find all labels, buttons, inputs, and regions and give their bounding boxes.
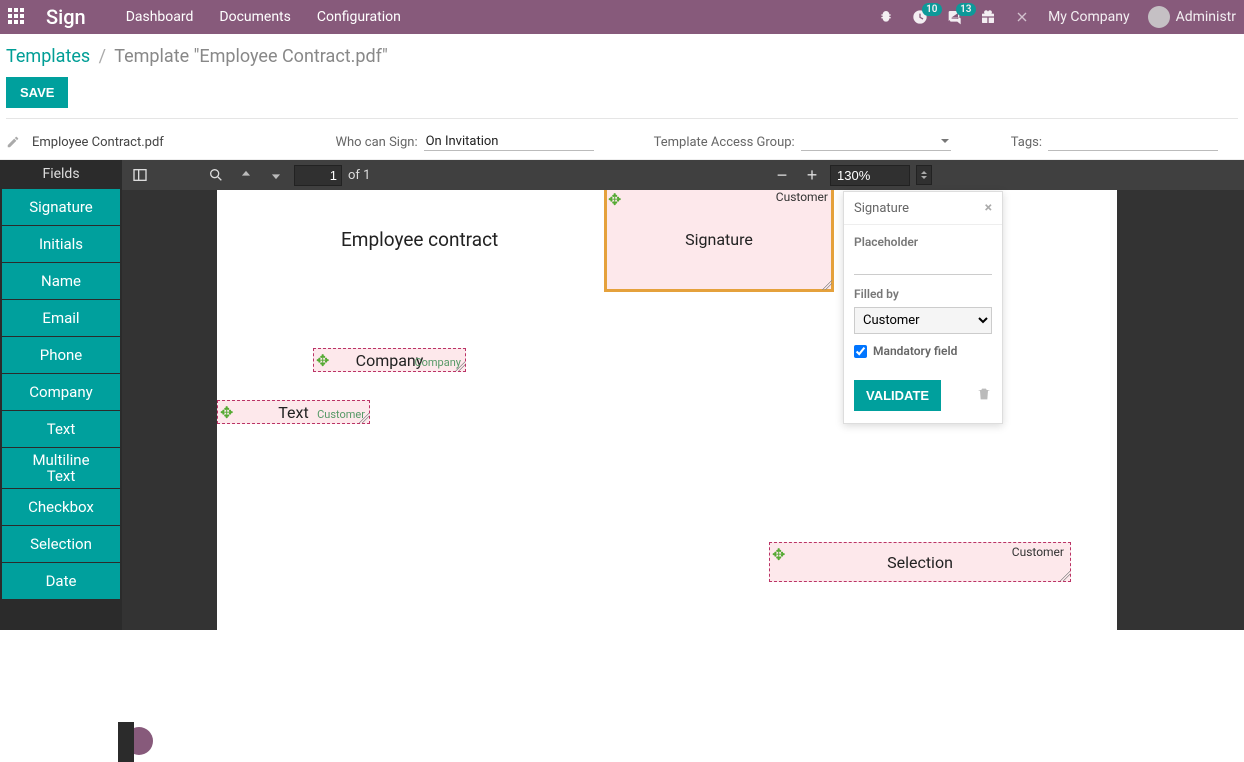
discuss-icon[interactable]: 13 [946, 9, 962, 25]
nav-dashboard[interactable]: Dashboard [126, 9, 194, 25]
field-label: Text [278, 403, 308, 422]
palette-signature[interactable]: Signature [2, 189, 120, 225]
user-name: Administr [1176, 9, 1236, 25]
gift-icon[interactable] [980, 9, 996, 25]
topbar: Sign Dashboard Documents Configuration 1… [0, 0, 1244, 34]
resize-handle-icon[interactable] [822, 280, 832, 290]
placeholder-input[interactable] [854, 255, 992, 275]
filled-by-label: Filled by [854, 287, 992, 301]
zoom-out-icon[interactable]: − [770, 163, 794, 187]
tags-label: Tags: [1011, 135, 1042, 150]
who-can-sign: Who can Sign: [335, 133, 593, 151]
palette-company[interactable]: Company [2, 374, 120, 410]
field-role: Customer [776, 190, 828, 204]
config-row: Employee Contract.pdf Who can Sign: Temp… [0, 123, 1244, 159]
field-text[interactable]: ✥ Text Customer [217, 400, 370, 424]
breadcrumb-root[interactable]: Templates [6, 46, 90, 67]
palette-multiline-text[interactable]: MultilineText [2, 448, 120, 488]
move-handle-icon[interactable]: ✥ [316, 351, 329, 371]
validate-button[interactable]: VALIDATE [854, 380, 941, 411]
palette-selection[interactable]: Selection [2, 526, 120, 562]
editor: Fields Signature Initials Name Email Pho… [0, 160, 1244, 630]
who-input[interactable] [424, 133, 594, 151]
nav-configuration[interactable]: Configuration [317, 9, 401, 25]
palette-header: Fields [0, 160, 122, 188]
breadcrumb: Templates / Template "Employee Contract.… [6, 46, 1238, 67]
discuss-badge: 13 [956, 3, 975, 16]
move-handle-icon[interactable]: ✥ [220, 403, 233, 423]
pdf-toolbar: of 1 − + [122, 160, 1244, 190]
mandatory-label: Mandatory field [873, 344, 957, 358]
brand: Sign [46, 5, 86, 29]
page-up-icon[interactable] [234, 163, 258, 187]
page-input[interactable] [294, 165, 342, 186]
resize-handle-icon[interactable] [1060, 571, 1070, 581]
resize-handle-icon[interactable] [359, 413, 369, 423]
palette-pointer-mask [118, 722, 134, 762]
zoom-input[interactable] [830, 165, 910, 186]
close-icon[interactable] [1014, 9, 1030, 25]
pencil-icon[interactable] [6, 135, 20, 149]
config-group: Who can Sign: Template Access Group: Tag… [335, 133, 1238, 151]
avatar [1148, 6, 1170, 28]
user-menu[interactable]: Administr [1148, 6, 1236, 28]
palette-phone[interactable]: Phone [2, 337, 120, 373]
activities-icon[interactable]: 10 [912, 9, 928, 25]
nav-links: Dashboard Documents Configuration [126, 9, 401, 25]
tags: Tags: [1011, 133, 1218, 151]
field-company[interactable]: ✥ Company Company [313, 348, 466, 372]
field-label: Selection [887, 553, 953, 572]
template-access-group: Template Access Group: [654, 133, 951, 151]
fields-palette: Fields Signature Initials Name Email Pho… [0, 160, 122, 630]
field-role: Customer [317, 408, 365, 421]
page-title: Employee contract [341, 228, 498, 251]
move-handle-icon[interactable]: ✥ [608, 190, 621, 210]
breadcrumb-bar: Templates / Template "Employee Contract.… [0, 34, 1244, 123]
nav-documents[interactable]: Documents [219, 9, 290, 25]
filled-by-select[interactable]: Customer [854, 307, 992, 334]
resize-handle-icon[interactable] [455, 361, 465, 371]
find-icon[interactable] [204, 163, 228, 187]
trash-icon[interactable] [976, 386, 992, 406]
page-down-icon[interactable] [264, 163, 288, 187]
field-role: Customer [1012, 545, 1064, 559]
document-name[interactable]: Employee Contract.pdf [32, 135, 164, 150]
palette-text[interactable]: Text [2, 411, 120, 447]
palette-date[interactable]: Date [2, 563, 120, 599]
palette-name[interactable]: Name [2, 263, 120, 299]
popup-title: Signature [854, 201, 909, 216]
palette-initials[interactable]: Initials [2, 226, 120, 262]
palette-email[interactable]: Email [2, 300, 120, 336]
topbar-right: 10 13 My Company Administr [878, 6, 1236, 28]
field-properties-popup: Signature × Placeholder Filled by Custom… [843, 191, 1003, 424]
palette-checkbox[interactable]: Checkbox [2, 489, 120, 525]
pdf-canvas[interactable]: Employee contract ✥ Customer Signature ✥… [122, 190, 1244, 630]
save-button[interactable]: SAVE [6, 77, 68, 108]
mandatory-checkbox[interactable] [854, 345, 867, 358]
move-handle-icon[interactable]: ✥ [772, 545, 785, 565]
field-label: Signature [685, 230, 753, 249]
sidebar-toggle-icon[interactable] [128, 163, 152, 187]
field-selection[interactable]: ✥ Selection Customer [769, 542, 1071, 582]
who-label: Who can Sign: [335, 135, 417, 150]
placeholder-label: Placeholder [854, 235, 992, 249]
apps-icon[interactable] [8, 8, 26, 26]
zoom-in-icon[interactable]: + [800, 163, 824, 187]
activities-badge: 10 [922, 3, 941, 16]
breadcrumb-current: Template "Employee Contract.pdf" [114, 46, 388, 67]
breadcrumb-sep: / [95, 46, 110, 67]
zoom-select-icon[interactable] [916, 165, 932, 185]
debug-icon[interactable] [878, 9, 894, 25]
group-label: Template Access Group: [654, 135, 795, 150]
field-label: Company [356, 351, 424, 370]
company-switcher[interactable]: My Company [1048, 9, 1130, 25]
page-of: of 1 [348, 168, 370, 183]
tags-input[interactable] [1048, 133, 1218, 151]
field-signature[interactable]: ✥ Customer Signature [605, 190, 833, 291]
group-input[interactable] [801, 133, 951, 151]
popup-close-icon[interactable]: × [985, 200, 992, 216]
